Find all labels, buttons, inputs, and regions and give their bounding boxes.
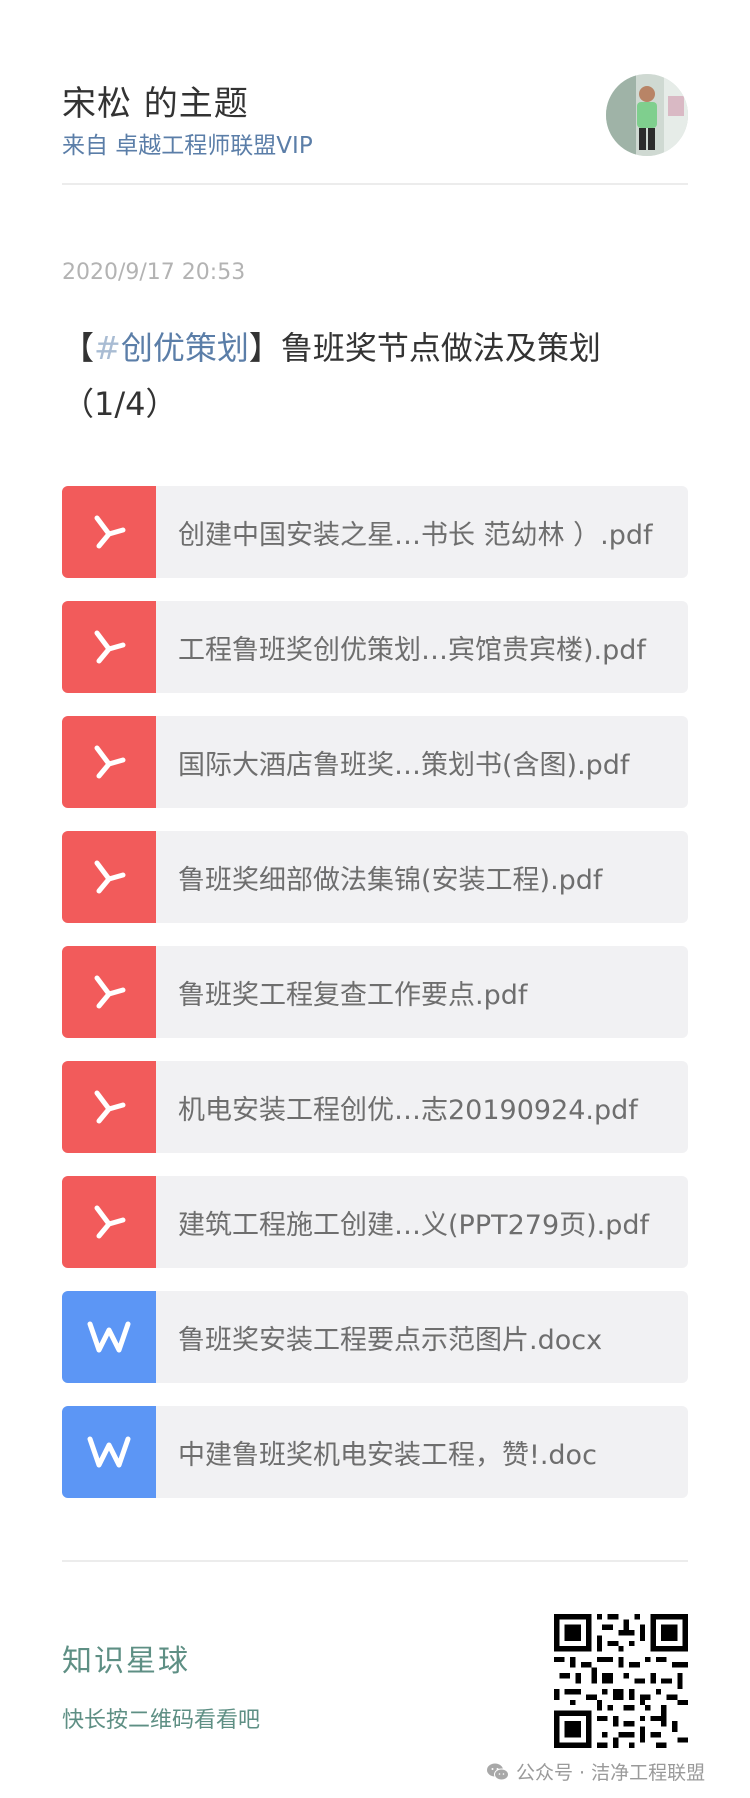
pdf-icon bbox=[62, 1176, 156, 1268]
qr-code[interactable] bbox=[554, 1614, 688, 1748]
file-name: 中建鲁班奖机电安装工程，赞!.doc bbox=[178, 1439, 597, 1471]
header-divider bbox=[62, 183, 688, 185]
watermark-text: 公众号 · 洁净工程联盟 bbox=[516, 1762, 706, 1784]
planet-label: 知识星球 bbox=[62, 1644, 190, 1679]
hashtag-label: 创优策划 bbox=[120, 329, 249, 367]
pdf-icon bbox=[62, 831, 156, 923]
file-name: 鲁班奖安装工程要点示范图片.docx bbox=[178, 1324, 603, 1356]
hashtag-link[interactable]: #创优策划 bbox=[94, 329, 249, 367]
source-link[interactable]: 来自 卓越工程师联盟VIP bbox=[62, 126, 313, 160]
file-name: 建筑工程施工创建…义(PPT279页).pdf bbox=[178, 1209, 650, 1241]
file-item[interactable]: 工程鲁班奖创优策划…宾馆贵宾楼).pdf bbox=[62, 601, 688, 693]
qr-code-image bbox=[554, 1614, 688, 1748]
file-item[interactable]: 创建中国安装之星…书长 范幼林 ）.pdf bbox=[62, 486, 688, 578]
post-title: 【#创优策划】鲁班奖节点做法及策划 （1/4） bbox=[62, 320, 672, 432]
file-item[interactable]: 国际大酒店鲁班奖…策划书(含图).pdf bbox=[62, 716, 688, 808]
pdf-icon bbox=[62, 1061, 156, 1153]
file-item[interactable]: 鲁班奖安装工程要点示范图片.docx bbox=[62, 1291, 688, 1383]
hashtag-symbol: # bbox=[94, 329, 121, 367]
word-icon bbox=[62, 1406, 156, 1498]
file-item[interactable]: 鲁班奖工程复查工作要点.pdf bbox=[62, 946, 688, 1038]
file-item[interactable]: 鲁班奖细部做法集锦(安装工程).pdf bbox=[62, 831, 688, 923]
file-name: 工程鲁班奖创优策划…宾馆贵宾楼).pdf bbox=[178, 634, 646, 666]
pdf-icon bbox=[62, 486, 156, 578]
title-open-bracket: 【 bbox=[62, 329, 95, 367]
author-title: 宋松 的主题 bbox=[62, 84, 249, 124]
file-name: 国际大酒店鲁班奖…策划书(含图).pdf bbox=[178, 749, 630, 781]
file-item[interactable]: 中建鲁班奖机电安装工程，赞!.doc bbox=[62, 1406, 688, 1498]
file-name: 鲁班奖细部做法集锦(安装工程).pdf bbox=[178, 864, 603, 896]
word-icon bbox=[62, 1291, 156, 1383]
pdf-icon bbox=[62, 601, 156, 693]
post-timestamp: 2020/9/17 20:53 bbox=[62, 260, 246, 285]
pdf-icon bbox=[62, 716, 156, 808]
file-name: 机电安装工程创优…志20190924.pdf bbox=[178, 1094, 638, 1126]
file-item[interactable]: 机电安装工程创优…志20190924.pdf bbox=[62, 1061, 688, 1153]
file-item[interactable]: 建筑工程施工创建…义(PPT279页).pdf bbox=[62, 1176, 688, 1268]
wechat-icon bbox=[487, 1763, 509, 1780]
avatar-image bbox=[606, 74, 688, 156]
title-text: 】鲁班奖节点做法及策划 bbox=[248, 329, 601, 367]
pdf-icon bbox=[62, 946, 156, 1038]
planet-hint: 快长按二维码看看吧 bbox=[62, 1708, 261, 1733]
file-name: 创建中国安装之星…书长 范幼林 ）.pdf bbox=[178, 519, 653, 551]
watermark: 公众号 · 洁净工程联盟 bbox=[486, 1758, 705, 1785]
footer-divider bbox=[62, 1560, 688, 1562]
file-list: 创建中国安装之星…书长 范幼林 ）.pdf 工程鲁班奖创优策划…宾馆贵宾楼).p… bbox=[62, 486, 688, 1521]
file-name: 鲁班奖工程复查工作要点.pdf bbox=[178, 979, 528, 1011]
title-part: （1/4） bbox=[62, 385, 178, 423]
avatar[interactable] bbox=[606, 74, 688, 156]
